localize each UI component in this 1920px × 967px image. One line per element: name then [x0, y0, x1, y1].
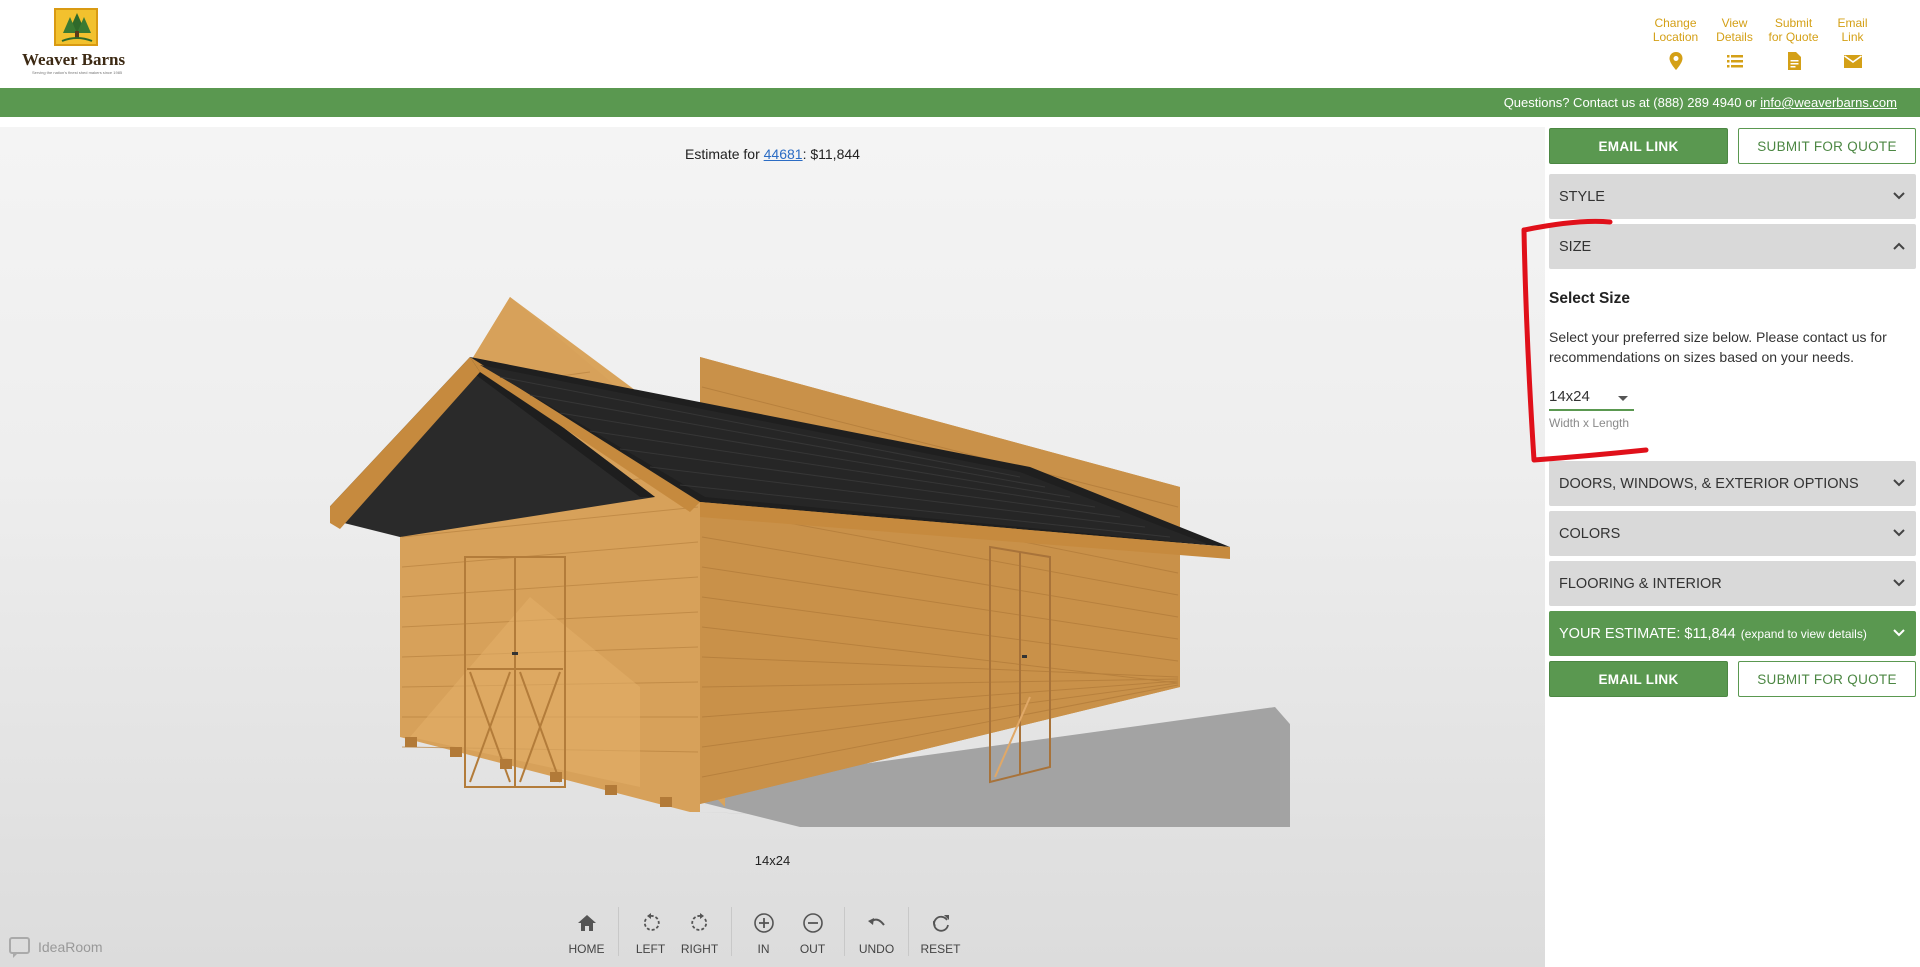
chevron-up-icon [1893, 242, 1905, 250]
control-group-undo: UNDO [845, 907, 909, 956]
submit-quote-label: Submit for Quote [1768, 16, 1819, 44]
view-details-label: View Details [1716, 16, 1753, 44]
zoom-in-button[interactable]: IN [739, 907, 788, 956]
select-size-description: Select your preferred size below. Please… [1549, 329, 1887, 365]
rotate-left-button[interactable]: LEFT [626, 907, 675, 956]
submit-for-quote-button-bottom[interactable]: SUBMIT FOR QUOTE [1738, 661, 1916, 697]
zoom-in-icon [753, 913, 774, 933]
control-group-reset: RESET [909, 907, 972, 956]
document-icon [1787, 52, 1801, 70]
viewer-controls: HOME LEFT RIGHT IN OUT UNDO RESET [555, 907, 972, 956]
estimate-prefix: Estimate for [685, 146, 764, 162]
left-label: LEFT [635, 942, 666, 956]
accordion-doors-windows[interactable]: DOORS, WINDOWS, & EXTERIOR OPTIONS [1549, 461, 1916, 506]
control-group-rotate: LEFT RIGHT [619, 907, 732, 956]
estimate-line: Estimate for 44681: $11,844 [0, 146, 1545, 162]
out-label: OUT [799, 942, 826, 956]
tree-logo-icon [54, 8, 98, 46]
undo-icon [867, 918, 885, 926]
contact-bar: Questions? Contact us at (888) 289 4940 … [0, 88, 1920, 117]
change-location-label: Change Location [1652, 16, 1699, 44]
bottom-button-row: EMAIL LINK SUBMIT FOR QUOTE [1549, 661, 1916, 697]
contact-prefix: Questions? Contact us at (888) 289 4940 … [1503, 95, 1761, 110]
size-dropdown-value: 14x24 [1549, 388, 1590, 405]
undo-label: UNDO [858, 942, 895, 956]
chevron-down-icon [1893, 579, 1905, 587]
email-link-top-button[interactable]: Email Link [1823, 16, 1882, 71]
submit-for-quote-button[interactable]: SUBMIT FOR QUOTE [1738, 128, 1916, 164]
accordion-size[interactable]: SIZE [1549, 224, 1916, 269]
shed-3d-model[interactable] [330, 267, 1290, 827]
rotate-left-icon [643, 913, 660, 931]
control-group-zoom: IN OUT [732, 907, 845, 956]
change-location-button[interactable]: Change Location [1646, 16, 1705, 71]
accordion-style-label: STYLE [1559, 188, 1605, 205]
idearoom-logo-icon [9, 937, 30, 958]
reset-icon [932, 915, 949, 932]
accordion-colors[interactable]: COLORS [1549, 511, 1916, 556]
chevron-down-icon [1893, 529, 1905, 537]
chevron-down-icon [1893, 479, 1905, 487]
home-label: HOME [568, 942, 605, 956]
email-link-label: Email Link [1837, 16, 1868, 44]
zoom-out-icon [802, 913, 823, 933]
site-header: Weaver Barns Serving the nation's finest… [0, 0, 1920, 88]
zip-code-link[interactable]: 44681 [764, 146, 803, 162]
reset-button[interactable]: RESET [916, 907, 965, 956]
home-icon [577, 915, 596, 931]
size-dropdown-hint: Width x Length [1549, 416, 1630, 430]
configurator-panel: EMAIL LINK SUBMIT FOR QUOTE STYLE SIZE S… [1549, 127, 1920, 967]
size-dropdown[interactable]: 14x24 [1549, 385, 1634, 411]
envelope-icon [1843, 55, 1862, 68]
chevron-down-icon [1893, 192, 1905, 200]
in-label: IN [757, 942, 770, 956]
model-size-label: 14x24 [754, 853, 791, 868]
estimate-note: (expand to view details) [1740, 626, 1867, 641]
right-label: RIGHT [680, 942, 719, 956]
idearoom-watermark[interactable]: IdeaRoom [8, 935, 103, 959]
brand-name: Weaver Barns [22, 50, 126, 69]
estimate-total: YOUR ESTIMATE: $11,844 [1559, 625, 1736, 642]
contact-text: Questions? Contact us at (888) 289 4940 … [1504, 95, 1897, 110]
estimate-amount: : $11,844 [802, 146, 860, 162]
reset-label: RESET [920, 942, 961, 956]
undo-button[interactable]: UNDO [852, 907, 901, 956]
view-details-button[interactable]: View Details [1705, 16, 1764, 71]
3d-viewer[interactable]: Estimate for 44681: $11,844 14x24 HOME L… [0, 127, 1545, 967]
rotate-right-button[interactable]: RIGHT [675, 907, 724, 956]
chevron-down-icon [1893, 629, 1905, 637]
idearoom-text: IdeaRoom [38, 939, 103, 955]
contact-email-link[interactable]: info@weaverbarns.com [1760, 95, 1897, 110]
control-group-home: HOME [555, 907, 619, 956]
dropdown-arrow-icon [1618, 396, 1628, 401]
email-link-button[interactable]: EMAIL LINK [1549, 128, 1728, 164]
location-pin-icon [1669, 52, 1682, 70]
accordion-doors-label: DOORS, WINDOWS, & EXTERIOR OPTIONS [1559, 475, 1859, 492]
weaver-barns-logo[interactable]: Weaver Barns Serving the nation's finest… [22, 8, 142, 78]
accordion-flooring[interactable]: FLOORING & INTERIOR [1549, 561, 1916, 606]
home-button[interactable]: HOME [562, 907, 611, 956]
email-link-button-bottom[interactable]: EMAIL LINK [1549, 661, 1728, 697]
accordion-colors-label: COLORS [1559, 525, 1621, 542]
list-icon [1726, 55, 1743, 68]
zoom-out-button[interactable]: OUT [788, 907, 837, 956]
brand-tagline: Serving the nation's finest shed makers … [32, 70, 123, 75]
accordion-estimate[interactable]: YOUR ESTIMATE: $11,844 (expand to view de… [1549, 611, 1916, 656]
select-size-heading: Select Size [1549, 290, 1630, 307]
rotate-right-icon [690, 913, 707, 931]
accordion-style[interactable]: STYLE [1549, 174, 1916, 219]
submit-quote-top-button[interactable]: Submit for Quote [1764, 16, 1823, 71]
top-actions: Change Location View Details Submit for … [1646, 16, 1882, 71]
top-button-row: EMAIL LINK SUBMIT FOR QUOTE [1549, 128, 1916, 164]
accordion-size-label: SIZE [1559, 238, 1592, 255]
accordion-flooring-label: FLOORING & INTERIOR [1559, 575, 1722, 592]
